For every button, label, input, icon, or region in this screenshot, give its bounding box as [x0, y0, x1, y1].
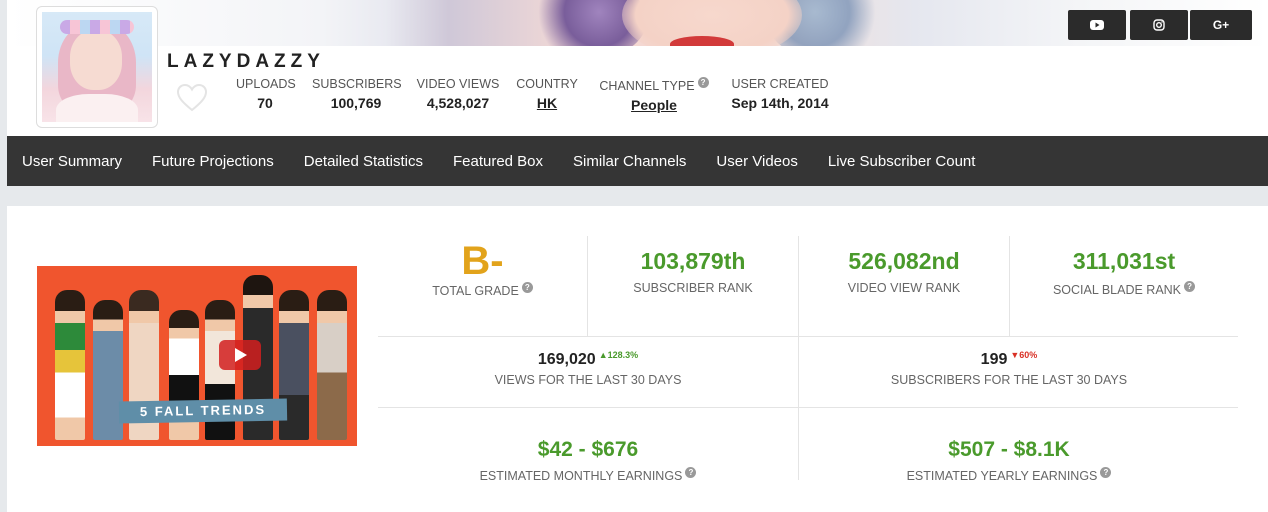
stat-value: 4,528,027 [426, 95, 490, 111]
grade-value: B- [461, 239, 504, 283]
nav-similar-channels[interactable]: Similar Channels [558, 153, 701, 170]
nav-user-summary[interactable]: User Summary [7, 153, 137, 170]
stat-channel-type: CHANNEL TYPE? People [594, 77, 714, 113]
stat-video-views: VIDEO VIEWS 4,528,027 [416, 77, 500, 111]
nav-future-projections[interactable]: Future Projections [137, 153, 289, 170]
google-plus-button[interactable]: G+ [1190, 10, 1252, 40]
play-icon[interactable] [219, 340, 261, 370]
nav-featured-box[interactable]: Featured Box [438, 153, 558, 170]
help-icon[interactable]: ? [697, 77, 709, 88]
help-icon[interactable]: ? [521, 282, 533, 293]
subs-last-30: 199 ▼60% SUBSCRIBERS FOR THE LAST 30 DAYS [799, 350, 1219, 387]
help-icon[interactable]: ? [1184, 281, 1196, 292]
stat-user-created: USER CREATED Sep 14th, 2014 [728, 77, 832, 111]
youtube-button[interactable] [1068, 10, 1126, 40]
instagram-icon [1153, 19, 1165, 31]
featured-video-thumbnail[interactable]: 5 FALL TRENDS [37, 266, 357, 446]
main-nav: User Summary Future Projections Detailed… [7, 136, 1268, 186]
subs-30-label: SUBSCRIBERS FOR THE LAST 30 DAYS [890, 373, 1128, 388]
nav-live-subscriber-count[interactable]: Live Subscriber Count [813, 153, 991, 170]
subscriber-rank-label: SUBSCRIBER RANK [633, 281, 753, 295]
views-30-label: VIEWS FOR THE LAST 30 DAYS [494, 373, 682, 388]
help-icon[interactable]: ? [685, 467, 697, 478]
stat-label: CHANNEL TYPE [599, 79, 695, 94]
avatar-image [42, 12, 152, 122]
grade-label: TOTAL GRADE [432, 284, 519, 299]
views-last-30: 169,020 ▲128.3% VIEWS FOR THE LAST 30 DAY… [378, 350, 798, 387]
nav-user-videos[interactable]: User Videos [701, 153, 812, 170]
monthly-earnings: $42 - $676 ESTIMATED MONTHLY EARNINGS? [378, 438, 798, 483]
yearly-earnings-label: ESTIMATED YEARLY EARNINGS [906, 469, 1098, 484]
subscriber-rank: 103,879th SUBSCRIBER RANK [588, 248, 798, 295]
stat-uploads: UPLOADS 70 [236, 77, 296, 111]
monthly-earnings-label: ESTIMATED MONTHLY EARNINGS [479, 469, 683, 484]
yearly-earnings-value: $507 - $8.1K [948, 438, 1070, 461]
stat-label: UPLOADS [236, 77, 296, 91]
monthly-earnings-value: $42 - $676 [537, 438, 639, 461]
stat-value: Sep 14th, 2014 [731, 95, 829, 111]
channel-type-link[interactable]: People [594, 97, 714, 113]
video-view-rank-value: 526,082nd [848, 248, 960, 274]
country-link[interactable]: HK [516, 95, 578, 111]
channel-name: LAZYDAZZY [167, 51, 325, 72]
video-view-rank-label: VIDEO VIEW RANK [847, 281, 961, 295]
subscriber-rank-value: 103,879th [640, 248, 746, 274]
yearly-earnings: $507 - $8.1K ESTIMATED YEARLY EARNINGS? [799, 438, 1219, 483]
google-plus-icon: G+ [1212, 18, 1230, 32]
nav-detailed-statistics[interactable]: Detailed Statistics [289, 153, 438, 170]
stat-value: 100,769 [330, 95, 382, 111]
banner-decoration [670, 36, 734, 46]
stat-subscribers: SUBSCRIBERS 100,769 [312, 77, 402, 111]
video-view-rank: 526,082nd VIDEO VIEW RANK [799, 248, 1009, 295]
stat-label: COUNTRY [516, 77, 578, 91]
socialblade-rank-label: SOCIAL BLADE RANK [1052, 283, 1182, 298]
favorite-heart-icon[interactable] [176, 82, 208, 114]
views-30-value: 169,020 [537, 351, 596, 369]
stat-value: 70 [257, 95, 273, 111]
socialblade-rank: 311,031st SOCIAL BLADE RANK? [1010, 248, 1238, 297]
stat-label: VIDEO VIEWS [416, 77, 500, 91]
stat-country: COUNTRY HK [516, 77, 578, 111]
stat-label: USER CREATED [731, 77, 829, 91]
instagram-button[interactable] [1130, 10, 1188, 40]
subs-30-change: 60% [1019, 350, 1038, 360]
stat-label: SUBSCRIBERS [312, 77, 402, 91]
youtube-icon [1090, 20, 1104, 30]
views-30-change: 128.3% [607, 350, 639, 360]
subs-30-value: 199 [980, 351, 1008, 369]
thumbnail-title: 5 FALL TRENDS [118, 398, 288, 424]
help-icon[interactable]: ? [1100, 467, 1112, 478]
total-grade: B- TOTAL GRADE? [378, 239, 587, 299]
channel-avatar [36, 6, 158, 128]
socialblade-rank-value: 311,031st [1072, 248, 1176, 274]
